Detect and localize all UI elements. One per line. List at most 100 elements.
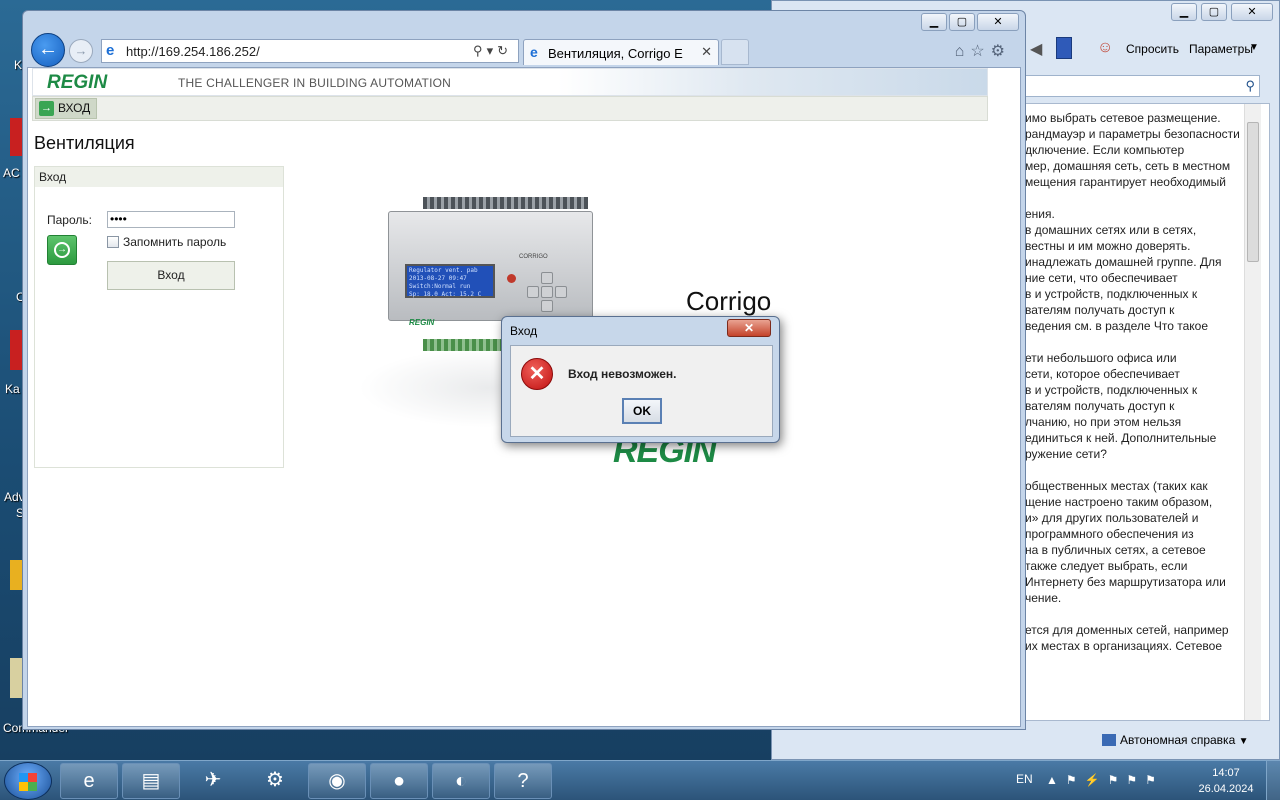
device-model: CORRIGO (519, 254, 548, 260)
new-tab-button[interactable] (721, 39, 749, 65)
back-button[interactable]: ← (31, 33, 65, 67)
chevron-down-icon[interactable]: ▼ (1249, 42, 1259, 53)
address-tools[interactable]: ⚲▾↻ (473, 43, 512, 59)
dialog-body: ✕ Вход невозможен. OK (510, 345, 773, 437)
login-button[interactable]: Вход (107, 261, 235, 290)
help-status-label: Автономная справка (1120, 733, 1236, 747)
remember-password[interactable]: Запомнить пароль (107, 235, 226, 249)
dialog-message: Вход невозможен. (568, 367, 677, 381)
favorites-icon[interactable]: ☆ (970, 43, 990, 60)
windows-logo-icon (19, 773, 37, 791)
tab-close-icon[interactable]: ✕ (701, 44, 712, 60)
menu-item-label: ВХОД (58, 101, 91, 115)
close-button[interactable]: ✕ (1231, 3, 1273, 21)
remember-checkbox[interactable] (107, 236, 119, 248)
browser-toolbar-icons: ⌂☆⚙ (955, 41, 1011, 61)
device-display: Regulator vent. pab 2013-08-27 09:47 Swi… (405, 264, 495, 298)
ask-button[interactable]: Спросить (1126, 42, 1179, 56)
book-icon[interactable] (1056, 37, 1072, 59)
product-name: Corrigo (686, 286, 772, 316)
device-keypad (517, 272, 577, 322)
key-left-icon (527, 286, 539, 298)
lcd-line: Regulator vent. pab (409, 267, 478, 274)
search-icon[interactable]: ⚲ (1245, 78, 1255, 94)
help-status[interactable]: Автономная справка ▼ (1102, 733, 1249, 747)
help-window-controls: ▁ ▢ ✕ (1171, 3, 1273, 21)
lcd-line: Sp: 18.0 Act: 15.2 C (409, 291, 482, 298)
taskbar-commander-icon[interactable]: ◉ (308, 763, 366, 799)
password-label: Пароль: (47, 213, 92, 227)
page-menu: → ВХОД (32, 96, 988, 121)
menu-item-login[interactable]: → ВХОД (35, 98, 98, 119)
password-field[interactable]: •••• (107, 211, 235, 228)
led-icon (507, 274, 516, 283)
forward-button[interactable]: → (69, 39, 93, 63)
login-panel: Вход Пароль: •••• → Запомнить пароль Вхо… (34, 166, 284, 468)
chevron-down-icon[interactable]: ▼ (1239, 736, 1249, 747)
desktop-icon[interactable] (10, 560, 22, 590)
people-icon: ☺ (1097, 39, 1114, 56)
system-tray[interactable]: ▲⚑⚡⚑⚑⚑ (1046, 773, 1164, 787)
login-icon[interactable]: → (47, 235, 77, 265)
tagline: THE CHALLENGER IN BUILDING AUTOMATION (178, 76, 451, 90)
computer-icon (1102, 734, 1116, 746)
terminal-block (423, 197, 588, 209)
browser-tab[interactable]: e Вентиляция, Corrigo E ✕ (523, 39, 719, 65)
remember-label: Запомнить пароль (123, 235, 227, 249)
gear-icon[interactable]: ⚙ (991, 43, 1011, 60)
key-ok-icon (541, 286, 553, 298)
back-icon[interactable]: ◀ (1030, 39, 1042, 59)
show-desktop-button[interactable] (1266, 761, 1280, 800)
minimize-button[interactable]: ▁ (921, 13, 947, 31)
desktop-icon[interactable] (10, 118, 22, 156)
tab-title: Вентиляция, Corrigo E (548, 46, 683, 61)
taskbar-firefox-icon[interactable]: ● (370, 763, 428, 799)
taskbar-app-icon[interactable]: ✈ (184, 763, 242, 799)
maximize-button[interactable]: ▢ (1201, 3, 1227, 21)
dialog-close-button[interactable]: ✕ (727, 319, 771, 337)
error-dialog: Вход ✕ ✕ Вход невозможен. OK (501, 316, 780, 443)
regin-logo: REGIN (47, 72, 108, 93)
page-header: REGIN THE CHALLENGER IN BUILDING AUTOMAT… (32, 68, 988, 96)
taskbar-app2-icon[interactable]: ◐ (432, 763, 490, 799)
clock-time: 14:07 (1212, 767, 1240, 779)
address-url[interactable]: http://169.254.186.252/ (126, 44, 260, 59)
scrollbar[interactable] (1244, 104, 1261, 720)
key-right-icon (555, 286, 567, 298)
arrow-right-icon: → (54, 242, 70, 258)
desktop-icon[interactable] (10, 330, 22, 370)
clock-date: 26.04.2024 (1198, 783, 1254, 795)
address-bar[interactable]: e http://169.254.186.252/ ⚲▾↻ (101, 39, 519, 63)
login-arrow-icon: → (39, 101, 54, 116)
ie-icon: e (106, 42, 115, 59)
browser-window-controls: ▁ ▢ ✕ (921, 13, 1019, 31)
taskbar: e ▤ ✈ ⚙ ◉ ● ◐ ? EN ▲⚑⚡⚑⚑⚑ 14:07 26.04.20… (0, 760, 1280, 800)
close-button[interactable]: ✕ (977, 13, 1019, 31)
taskbar-ie-icon[interactable]: e (60, 763, 118, 799)
home-icon[interactable]: ⌂ (955, 43, 971, 60)
ok-button[interactable]: OK (622, 398, 662, 424)
help-search-input[interactable]: ⚲ (1022, 75, 1260, 97)
lcd-line: Switch:Normal run (409, 283, 471, 290)
page-title: Вентиляция (34, 133, 135, 153)
desktop-label: Ka (5, 382, 20, 396)
taskbar-network-icon[interactable]: ⚙ (246, 763, 304, 799)
scrollbar-thumb[interactable] (1247, 122, 1259, 262)
language-indicator[interactable]: EN (1016, 772, 1033, 786)
lcd-line: 2013-08-27 09:47 (409, 275, 467, 282)
browser-navbar: ← → e http://169.254.186.252/ ⚲▾↻ e Вент… (23, 33, 1025, 67)
ie-icon: e (530, 44, 538, 60)
error-icon: ✕ (521, 358, 553, 390)
start-button[interactable] (4, 762, 52, 800)
key-up-icon (541, 272, 553, 284)
device-body: CORRIGO Regulator vent. pab 2013-08-27 0… (388, 211, 593, 327)
params-button[interactable]: Параметры (1189, 42, 1253, 56)
taskbar-explorer-icon[interactable]: ▤ (122, 763, 180, 799)
desktop-icon[interactable] (10, 658, 22, 698)
minimize-button[interactable]: ▁ (1171, 3, 1197, 21)
clock[interactable]: 14:07 26.04.2024 (1196, 765, 1256, 797)
maximize-button[interactable]: ▢ (949, 13, 975, 31)
login-panel-title: Вход (35, 167, 283, 187)
taskbar-help-icon[interactable]: ? (494, 763, 552, 799)
desktop-label: AC (3, 166, 20, 180)
